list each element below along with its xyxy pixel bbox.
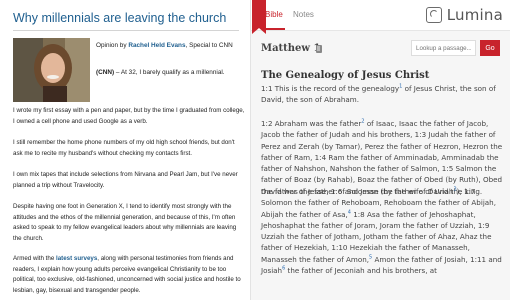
latest-surveys-link[interactable]: latest surveys — [56, 255, 97, 262]
lookup-passage-input[interactable] — [411, 40, 476, 56]
verse-block-3: David was the father of Solomon (by the … — [261, 186, 505, 276]
article-paragraph-5: Armed with the latest surveys, along wit… — [13, 254, 245, 296]
verse-block-1: 1:1 This is the record of the genealogy1… — [261, 83, 505, 106]
bookmark-ribbon-icon[interactable] — [252, 0, 266, 34]
cnn-tag: (CNN) — [96, 69, 115, 76]
article-paragraph-2: I still remember the home phone numbers … — [13, 139, 235, 157]
verse-text: of Isaac, Isaac the father of Jacob, Jac… — [261, 119, 503, 196]
author-photo-image — [13, 38, 90, 102]
brand-name: Lumina — [446, 6, 503, 24]
section-title: The Genealogy of Jesus Christ — [261, 70, 430, 81]
article-paragraph-3: I own mix tapes that include selections … — [13, 171, 238, 189]
verse-text: David was the father of Solomon (by the … — [261, 187, 454, 196]
tab-notes[interactable]: Notes — [293, 10, 314, 19]
book-icon[interactable] — [316, 45, 322, 53]
verse-text: the father of Jeconiah and his brothers,… — [285, 266, 437, 276]
lumina-logo: Lumina — [425, 5, 503, 25]
author-link[interactable]: Rachel Held Evans — [128, 42, 185, 49]
tab-bible[interactable]: Bible — [265, 10, 283, 19]
byline-prefix: Opinion by — [96, 42, 129, 49]
article-pane: Why millennials are leaving the church O… — [0, 0, 250, 300]
article-byline: Opinion by Rachel Held Evans, Special to… — [96, 41, 246, 52]
passage-heading[interactable]: Matthew 1 — [261, 43, 320, 54]
go-button[interactable]: Go — [480, 40, 500, 56]
active-tab-indicator — [265, 28, 285, 30]
sidebar-topbar: Bible Notes Lumina — [251, 0, 510, 31]
lede-text: – At 32, I barely qualify as a millennia… — [114, 69, 225, 76]
verse-text: 1:2 Abraham was the father — [261, 119, 362, 128]
article-lede: (CNN) – At 32, I barely qualify as a mil… — [96, 68, 246, 79]
verse-text: 1:1 This is the record of the genealogy — [261, 84, 400, 93]
article-paragraph-1: I wrote my first essay with a pen and pa… — [13, 107, 245, 125]
article-title: Why millennials are leaving the church — [13, 11, 227, 25]
lumina-logo-icon — [425, 7, 442, 23]
article-paragraph-4: Despite having one foot in Generation X,… — [13, 203, 237, 242]
paragraph-5-start: Armed with the — [13, 255, 56, 262]
bible-sidebar: Bible Notes Lumina Matthew 1 Go The Gene… — [250, 0, 510, 300]
byline-suffix: , Special to CNN — [185, 42, 233, 49]
author-photo — [13, 38, 90, 102]
title-divider — [13, 30, 239, 31]
